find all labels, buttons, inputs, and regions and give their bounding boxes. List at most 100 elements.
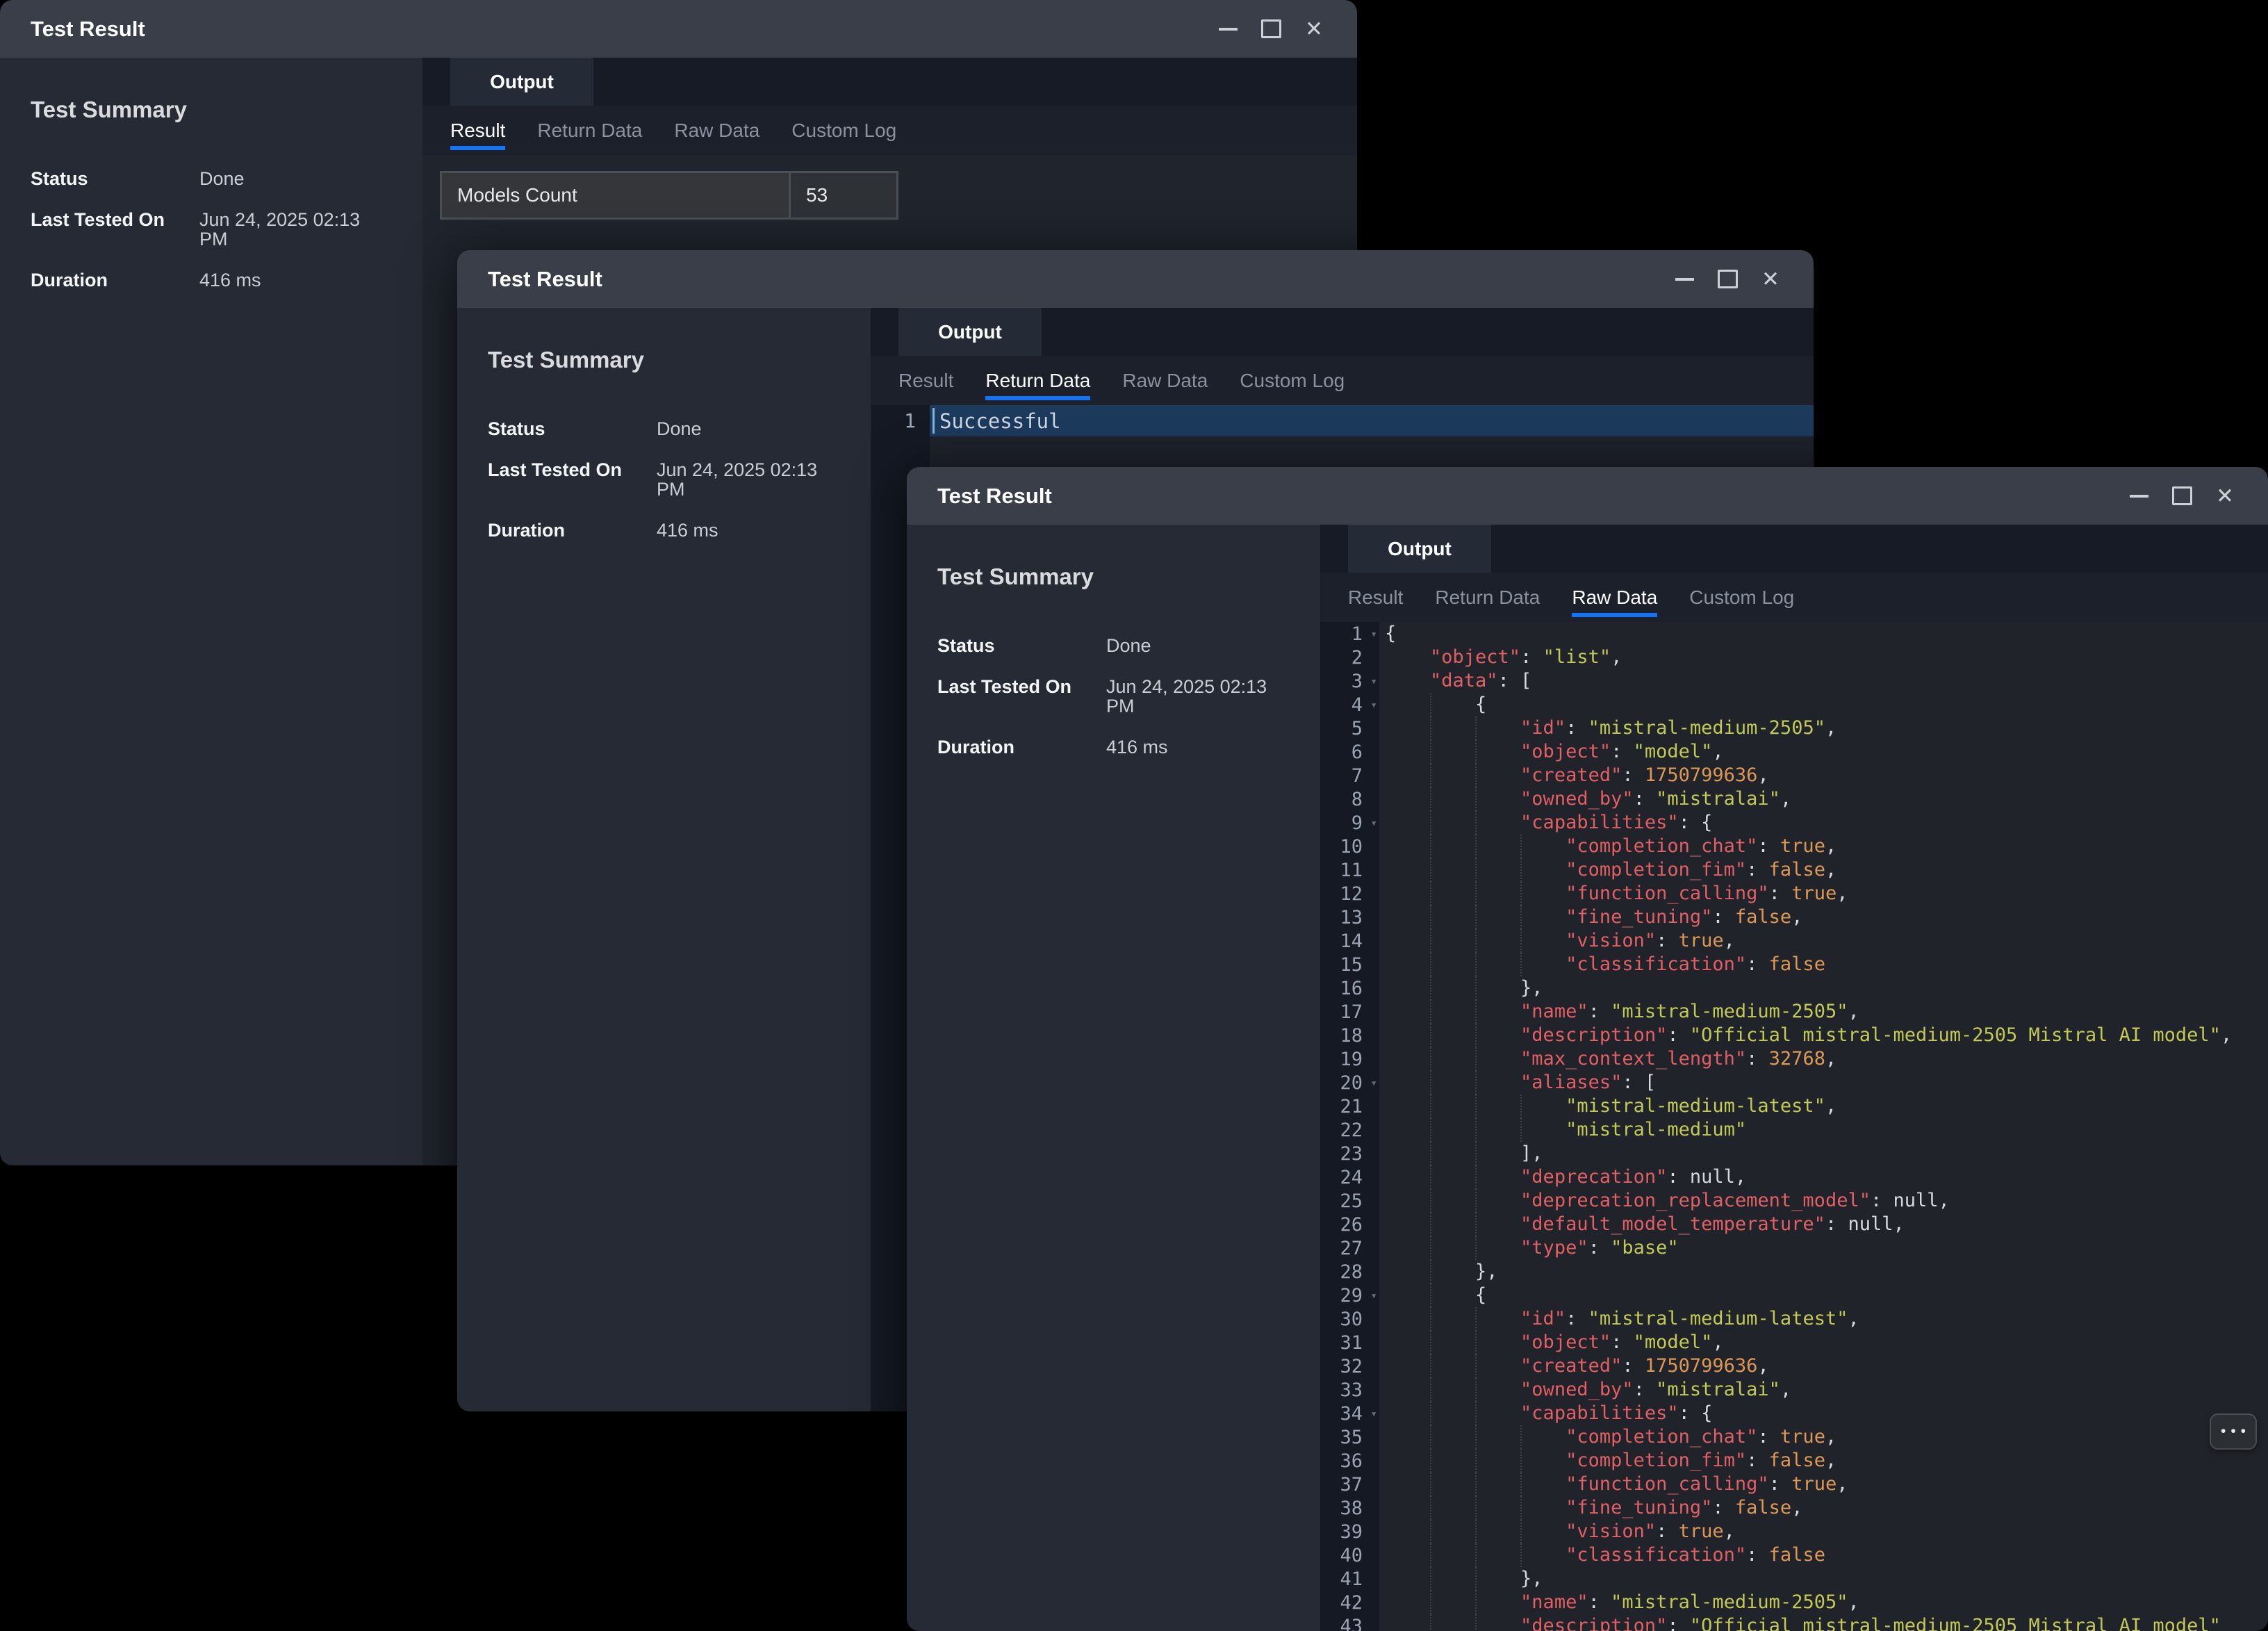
- titlebar[interactable]: Test Result ✕: [0, 0, 1357, 58]
- indent-guide: [1385, 1520, 1430, 1543]
- subtab-raw-data[interactable]: Raw Data: [1572, 573, 1657, 622]
- tab-output[interactable]: Output: [1348, 525, 1491, 573]
- minimize-button[interactable]: [1215, 17, 1240, 42]
- subtab-result[interactable]: Result: [1348, 573, 1403, 622]
- fold-toggle-icon[interactable]: ▾: [1370, 1407, 1377, 1420]
- subtab-return-data[interactable]: Return Data: [537, 106, 642, 155]
- indent-guide: [1475, 1213, 1520, 1236]
- code-line: 23],: [1320, 1142, 2268, 1165]
- code-text: "object": "list",: [1379, 646, 2268, 669]
- indent-guide: [1385, 1000, 1430, 1024]
- tab-output[interactable]: Output: [898, 308, 1042, 356]
- maximize-button[interactable]: [2169, 484, 2194, 509]
- line-number: 39: [1320, 1520, 1379, 1543]
- line-number: 28: [1320, 1260, 1379, 1284]
- selected-code-line[interactable]: Successful: [930, 405, 1814, 436]
- window-controls: ✕: [1215, 17, 1326, 42]
- code-line: 13"fine_tuning": false,: [1320, 905, 2268, 929]
- subtab-result[interactable]: Result: [898, 356, 953, 405]
- indent-guide: [1430, 858, 1475, 882]
- more-options-button[interactable]: •••: [2211, 1415, 2255, 1448]
- subtab-return-data[interactable]: Return Data: [985, 356, 1090, 405]
- tab-strip: Output: [871, 308, 1814, 356]
- indent-guide: [1385, 1496, 1430, 1520]
- titlebar[interactable]: Test Result ✕: [457, 250, 1814, 308]
- summary-label: Last Tested On: [31, 210, 199, 249]
- code-text: "completion_fim": false,: [1379, 1449, 2268, 1473]
- line-number: 30: [1320, 1307, 1379, 1331]
- indent-guide: [1475, 1567, 1520, 1591]
- line-number: 31: [1320, 1331, 1379, 1354]
- indent-guide: [1520, 929, 1566, 953]
- indent-guide: [1385, 1236, 1430, 1260]
- code-text: "id": "mistral-medium-latest",: [1379, 1307, 2268, 1331]
- subtab-raw-data[interactable]: Raw Data: [1122, 356, 1208, 405]
- subtab-custom-log[interactable]: Custom Log: [1240, 356, 1345, 405]
- summary-label: Last Tested On: [937, 677, 1106, 716]
- code-line: 41},: [1320, 1567, 2268, 1591]
- subtab-custom-log[interactable]: Custom Log: [1689, 573, 1794, 622]
- code-text: "fine_tuning": false,: [1379, 905, 2268, 929]
- code-line: 2"object": "list",: [1320, 646, 2268, 669]
- code-text: "deprecation_replacement_model": null,: [1379, 1189, 2268, 1213]
- indent-guide: [1385, 1402, 1430, 1425]
- maximize-icon: [1718, 270, 1738, 288]
- fold-toggle-icon[interactable]: ▾: [1370, 1289, 1377, 1302]
- indent-guide: [1430, 1567, 1475, 1591]
- fold-toggle-icon[interactable]: ▾: [1370, 628, 1377, 641]
- fold-toggle-icon[interactable]: ▾: [1370, 817, 1377, 830]
- indent-guide: [1475, 905, 1520, 929]
- subtab-raw-data[interactable]: Raw Data: [674, 106, 759, 155]
- code-line: 21"mistral-medium-latest",: [1320, 1095, 2268, 1118]
- code-line: 19"max_context_length": 32768,: [1320, 1047, 2268, 1071]
- indent-guide: [1385, 835, 1430, 858]
- indent-guide: [1430, 1047, 1475, 1071]
- titlebar[interactable]: Test Result ✕: [907, 467, 2268, 525]
- fold-toggle-icon[interactable]: ▾: [1370, 698, 1377, 712]
- line-number: 37: [1320, 1473, 1379, 1496]
- minimize-button[interactable]: [2126, 484, 2151, 509]
- indent-guide: [1430, 1024, 1475, 1047]
- line-number: 23: [1320, 1142, 1379, 1165]
- code-line: 8"owned_by": "mistralai",: [1320, 787, 2268, 811]
- close-button[interactable]: ✕: [1301, 17, 1326, 42]
- line-number: 36: [1320, 1449, 1379, 1473]
- maximize-button[interactable]: [1715, 267, 1740, 292]
- fold-toggle-icon[interactable]: ▾: [1370, 675, 1377, 688]
- code-text: "created": 1750799636,: [1379, 764, 2268, 787]
- indent-guide: [1475, 1402, 1520, 1425]
- test-result-window-3: Test Result ✕ Test Summary StatusDoneLas…: [907, 467, 2268, 1631]
- test-summary-heading: Test Summary: [488, 347, 840, 373]
- indent-guide: [1520, 1543, 1566, 1567]
- indent-guide: [1385, 1449, 1430, 1473]
- subtab-custom-log[interactable]: Custom Log: [791, 106, 896, 155]
- result-value-cell: 53: [791, 173, 896, 218]
- subtab-result[interactable]: Result: [450, 106, 505, 155]
- raw-data-json-editor[interactable]: 1▾{2"object": "list",3▾"data": [4▾{5"id"…: [1320, 622, 2268, 1631]
- indent-guide: [1430, 1284, 1475, 1307]
- close-button[interactable]: ✕: [1758, 267, 1783, 292]
- indent-guide: [1385, 1591, 1430, 1614]
- window-controls: ✕: [2126, 484, 2237, 509]
- subtab-return-data[interactable]: Return Data: [1435, 573, 1540, 622]
- indent-guide: [1385, 740, 1430, 764]
- indent-guide: [1385, 1024, 1430, 1047]
- line-number: 27: [1320, 1236, 1379, 1260]
- line-number: 40: [1320, 1543, 1379, 1567]
- maximize-button[interactable]: [1258, 17, 1283, 42]
- minimize-button[interactable]: [1672, 267, 1697, 292]
- line-number: 29▾: [1320, 1284, 1379, 1307]
- indent-guide: [1520, 835, 1566, 858]
- indent-guide: [1475, 764, 1520, 787]
- indent-guide: [1430, 1331, 1475, 1354]
- indent-guide: [1385, 1354, 1430, 1378]
- code-line: 43"description": "Official mistral-mediu…: [1320, 1614, 2268, 1631]
- fold-toggle-icon[interactable]: ▾: [1370, 1076, 1377, 1090]
- result-table-row[interactable]: Models Count 53: [440, 171, 898, 220]
- tab-output[interactable]: Output: [450, 58, 593, 106]
- code-line: 18"description": "Official mistral-mediu…: [1320, 1024, 2268, 1047]
- code-text: "function_calling": true,: [1379, 1473, 2268, 1496]
- indent-guide: [1430, 1496, 1475, 1520]
- close-button[interactable]: ✕: [2212, 484, 2237, 509]
- indent-guide: [1430, 1071, 1475, 1095]
